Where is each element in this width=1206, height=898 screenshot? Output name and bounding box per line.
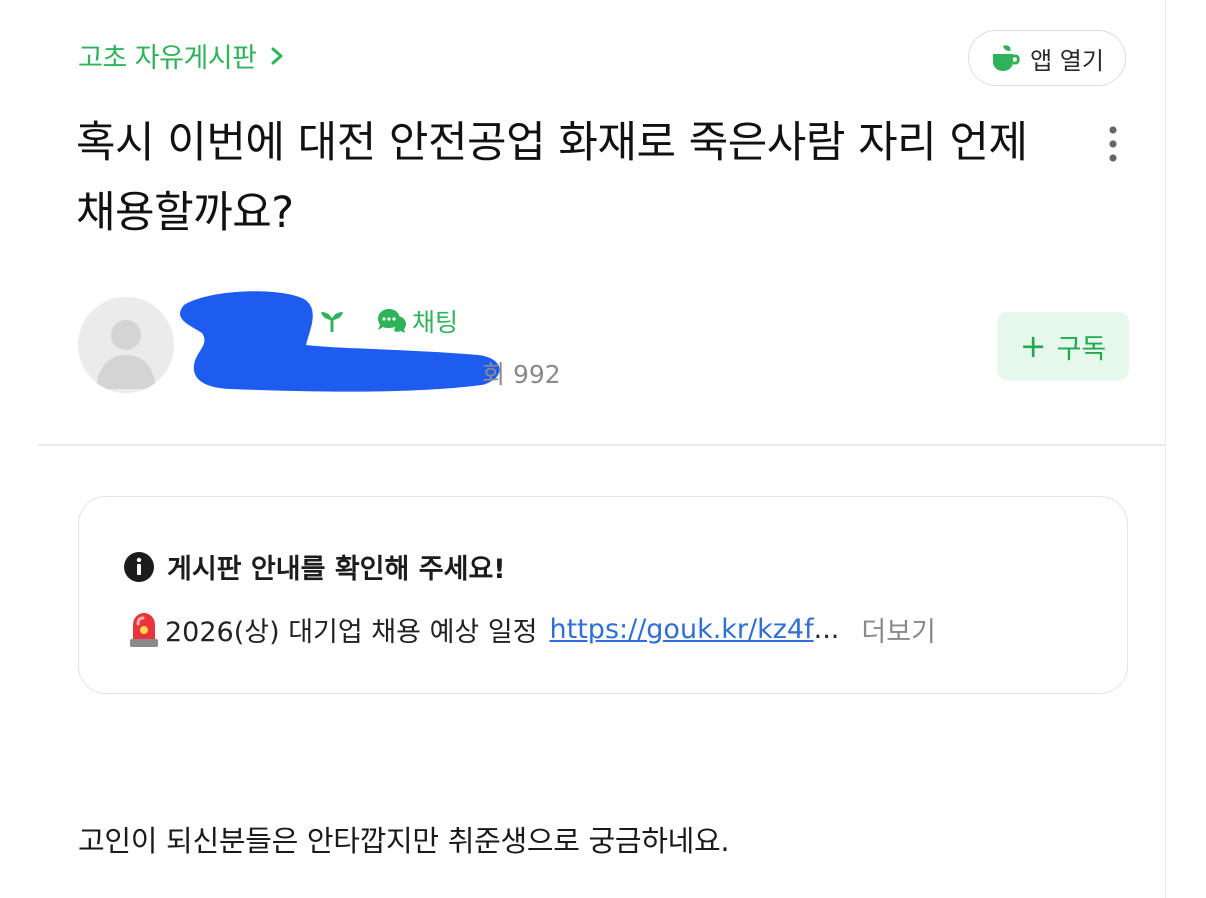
- info-icon: [124, 551, 154, 582]
- plus-icon: +: [1019, 327, 1047, 365]
- board-breadcrumb[interactable]: 고초 자유게시판: [78, 36, 288, 75]
- post-body: 고인이 되신분들은 안타깝지만 취준생으로 궁금하네요.: [78, 824, 730, 858]
- post-title: 혹시 이번에 대전 안전공업 화재로 죽은사람 자리 언제 채용할까요?: [76, 118, 1028, 238]
- coffee-cup-icon: [993, 45, 1020, 71]
- header-divider: [38, 444, 1165, 446]
- post-page: 고초 자유게시판 앱 열기 혹시 이번에 대전 안전공업 화재로 죽은사람 자리…: [0, 0, 1206, 898]
- chat-label: 채팅: [412, 308, 459, 337]
- subscribe-button[interactable]: + 구독: [997, 312, 1129, 380]
- notice-link[interactable]: https://gouk.kr/kz4f: [550, 614, 814, 645]
- chat-bubble-icon: [378, 309, 406, 333]
- board-name: 고초 자유게시판: [78, 43, 257, 74]
- view-count: 회 992: [482, 360, 561, 389]
- page-edge-divider: [1165, 0, 1166, 898]
- sprout-icon: [321, 312, 343, 332]
- chat-button[interactable]: 채팅: [374, 303, 458, 339]
- chevron-right-icon: [271, 47, 283, 64]
- notice-ellipsis: ...: [813, 613, 840, 645]
- more-options-icon[interactable]: [1098, 122, 1128, 166]
- default-avatar-icon: [78, 297, 174, 393]
- subscribe-label: 구독: [1056, 333, 1107, 365]
- redacted-author-name: [180, 291, 500, 392]
- notice-heading: 게시판 안내를 확인해 주세요!: [167, 554, 506, 585]
- open-app-label: 앱 열기: [1030, 46, 1104, 75]
- more-button[interactable]: 더보기: [861, 610, 936, 649]
- notice-line: 2026(상) 대기업 채용 예상 일정 https://gouk.kr/kz4…: [127, 609, 936, 649]
- author-avatar[interactable]: [78, 297, 174, 393]
- notice-heading-row: 게시판 안내를 확인해 주세요!: [123, 547, 506, 586]
- siren-icon: [130, 613, 158, 647]
- notice-text: 2026(상) 대기업 채용 예상 일정: [165, 616, 538, 648]
- board-notice-card: 게시판 안내를 확인해 주세요! 2026(상) 대기업 채용 예상 일정 ht…: [78, 496, 1128, 694]
- open-app-button[interactable]: 앱 열기: [968, 30, 1126, 86]
